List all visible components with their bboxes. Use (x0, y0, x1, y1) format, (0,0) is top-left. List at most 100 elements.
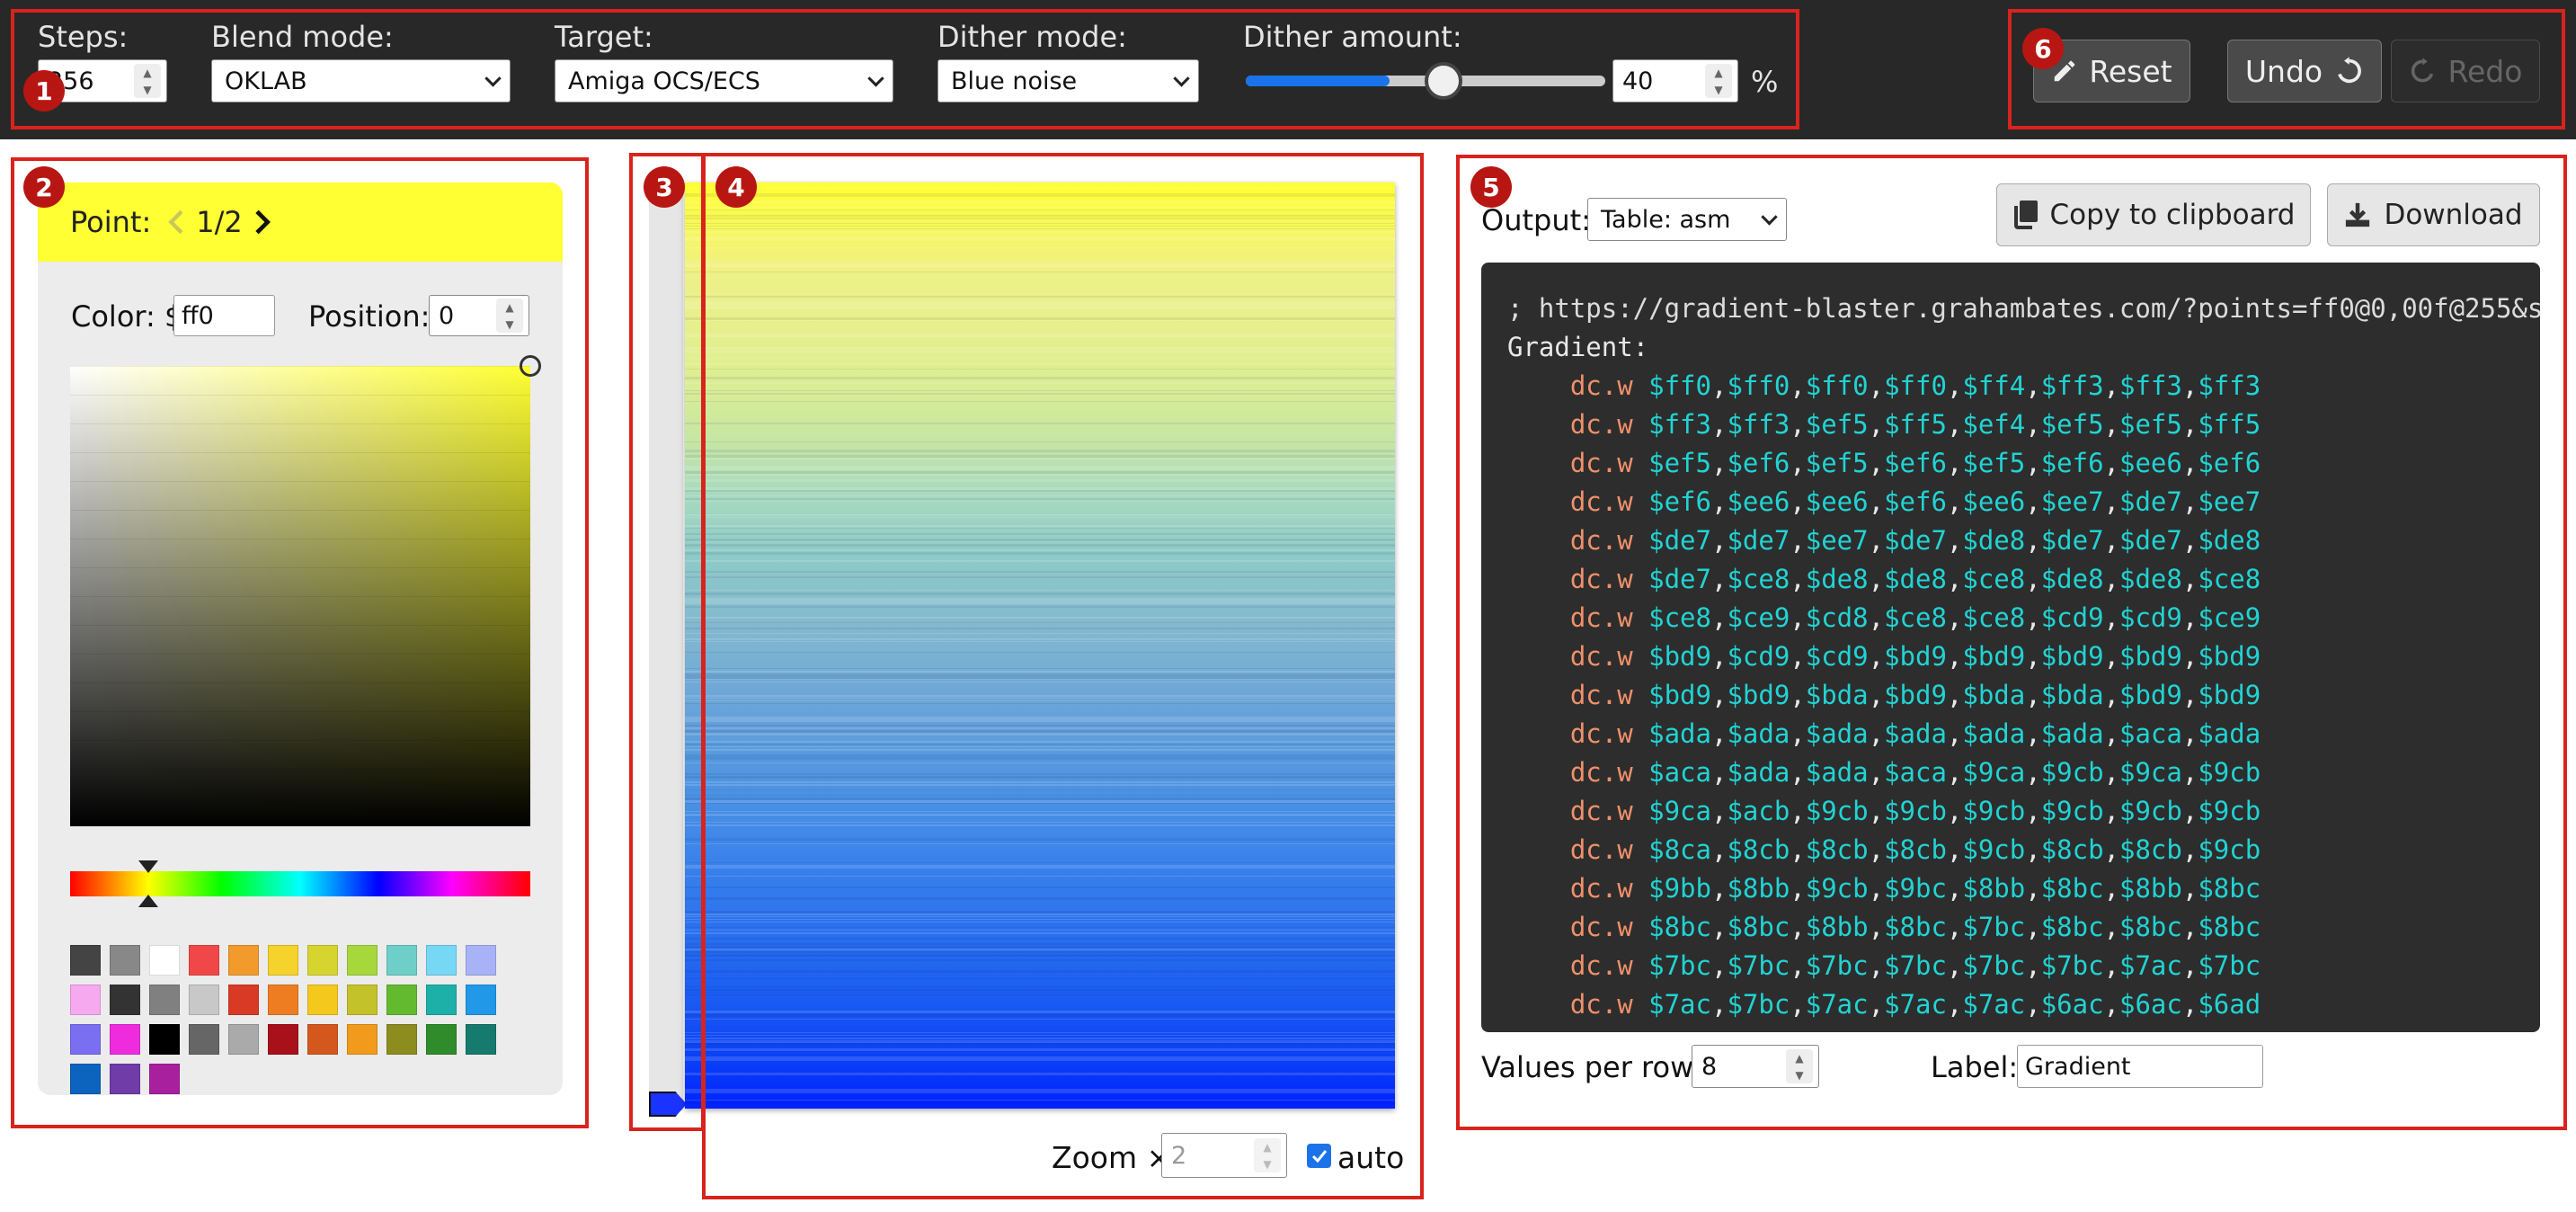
code-comma: , (1868, 486, 1885, 517)
palette-swatch[interactable] (149, 1024, 180, 1055)
hue-marker-top-icon[interactable] (138, 860, 159, 873)
code-value: $cd9 (1727, 641, 1790, 672)
copy-icon (2013, 201, 2038, 229)
dither-line (685, 474, 1395, 476)
palette-swatch[interactable] (189, 1024, 219, 1055)
palette-swatch[interactable] (466, 985, 496, 1015)
palette-swatch[interactable] (307, 985, 338, 1015)
palette-swatch[interactable] (110, 1024, 140, 1055)
values-per-row-input[interactable]: 8 ▲ ▼ (1692, 1045, 1819, 1088)
target-select[interactable]: Amiga OCS/ECS (555, 59, 893, 102)
chevron-right-icon[interactable] (252, 209, 271, 236)
label-input[interactable]: Gradient (2017, 1045, 2263, 1088)
percent-label: % (1751, 65, 1779, 99)
dither-amount-input[interactable]: 40 ▲ ▼ (1612, 59, 1738, 102)
dither-line (685, 725, 1395, 726)
palette-swatch[interactable] (386, 945, 417, 976)
color-hex-input[interactable]: ff0 (173, 295, 275, 336)
palette-swatch[interactable] (307, 945, 338, 976)
dither-line (685, 916, 1395, 917)
code-comma: , (1790, 989, 1806, 1020)
dither-line (685, 638, 1395, 640)
dither-line (685, 215, 1395, 217)
copy-to-clipboard-button[interactable]: Copy to clipboard (1996, 183, 2311, 246)
color-picker-knob[interactable] (520, 355, 541, 377)
dither-line (685, 1092, 1395, 1093)
palette-swatch[interactable] (426, 985, 457, 1015)
code-row: dc.w $9ca,$acb,$9cb,$9cb,$9cb,$9cb,$9cb,… (1507, 792, 2540, 831)
code-value: $8cb (1884, 834, 1947, 865)
palette-swatch[interactable] (110, 1064, 140, 1094)
palette-swatch[interactable] (426, 1024, 457, 1055)
redo-button[interactable]: Redo (2391, 40, 2540, 102)
sv-band-line (70, 711, 530, 712)
palette-swatch[interactable] (110, 985, 140, 1015)
values-per-row-stepper[interactable]: ▲ ▼ (1786, 1049, 1813, 1083)
point-track[interactable] (649, 183, 683, 1110)
palette-swatch[interactable] (228, 985, 259, 1015)
palette-swatch[interactable] (347, 945, 378, 976)
zoom-input[interactable]: 2 ▲ ▼ (1161, 1133, 1287, 1178)
steps-stepper[interactable]: ▲ ▼ (134, 64, 161, 98)
palette-swatch[interactable] (149, 945, 180, 976)
palette-swatch[interactable] (110, 945, 140, 976)
position-input[interactable]: 0 ▲ ▼ (429, 295, 529, 336)
palette-swatch[interactable] (426, 945, 457, 976)
blend-mode-select[interactable]: OKLAB (211, 59, 511, 102)
palette-swatch[interactable] (268, 985, 298, 1015)
dither-line (685, 1040, 1395, 1043)
code-comma: , (2181, 912, 2198, 942)
dither-line (685, 746, 1395, 747)
palette-swatch[interactable] (268, 945, 298, 976)
dither-line (685, 943, 1395, 945)
position-stepper[interactable]: ▲ ▼ (496, 299, 523, 333)
palette-swatch[interactable] (307, 1024, 338, 1055)
palette-swatch[interactable] (268, 1024, 298, 1055)
code-output[interactable]: ; https://gradient-blaster.grahambates.c… (1481, 263, 2540, 1032)
hue-marker-bottom-icon[interactable] (138, 895, 159, 907)
code-row: dc.w $8bc,$8bc,$8bb,$8bc,$7bc,$8bc,$8bc,… (1507, 908, 2540, 947)
palette-swatch[interactable] (228, 1024, 259, 1055)
palette-swatch[interactable] (149, 1064, 180, 1094)
palette-swatch[interactable] (228, 945, 259, 976)
dither-line (685, 352, 1395, 353)
zoom-stepper[interactable]: ▲ ▼ (1254, 1138, 1281, 1172)
palette-swatch[interactable] (466, 945, 496, 976)
saturation-value-picker[interactable] (70, 366, 530, 826)
palette-swatch[interactable] (466, 1024, 496, 1055)
dither-line (685, 441, 1395, 442)
palette-swatch[interactable] (70, 945, 101, 976)
code-directive: dc.w (1507, 718, 1649, 749)
palette-swatch[interactable] (189, 945, 219, 976)
palette-swatch[interactable] (70, 1064, 101, 1094)
slider-thumb[interactable] (1425, 62, 1462, 100)
palette-swatch[interactable] (386, 1024, 417, 1055)
code-comma: , (2025, 486, 2041, 517)
dither-line (685, 954, 1395, 957)
code-row: dc.w $ff3,$ff3,$ef5,$ff5,$ef4,$ef5,$ef5,… (1507, 405, 2540, 444)
code-directive: dc.w (1507, 370, 1649, 401)
dither-line (685, 617, 1395, 619)
dither-line (685, 1035, 1395, 1036)
dither-line (685, 358, 1395, 359)
palette-swatch[interactable] (347, 985, 378, 1015)
dither-line (685, 822, 1395, 823)
palette-swatch[interactable] (189, 985, 219, 1015)
palette-swatch[interactable] (347, 1024, 378, 1055)
palette-swatch[interactable] (386, 985, 417, 1015)
palette-swatch[interactable] (149, 985, 180, 1015)
output-format-select[interactable]: Table: asm (1587, 198, 1787, 241)
dither-amount-slider[interactable] (1246, 62, 1605, 100)
palette-swatch[interactable] (70, 985, 101, 1015)
dither-line (685, 930, 1395, 931)
palette-swatch[interactable] (70, 1024, 101, 1055)
dither-line (685, 1013, 1395, 1016)
dither-mode-select[interactable]: Blue noise (937, 59, 1199, 102)
hue-slider[interactable] (70, 871, 530, 896)
download-button[interactable]: Download (2327, 183, 2540, 246)
auto-checkbox[interactable] (1307, 1144, 1331, 1168)
dither-amount-stepper[interactable]: ▲ ▼ (1705, 64, 1732, 98)
chevron-left-icon[interactable] (167, 209, 187, 236)
undo-button[interactable]: Undo (2227, 40, 2382, 102)
code-value: $9cb (1962, 796, 2026, 826)
